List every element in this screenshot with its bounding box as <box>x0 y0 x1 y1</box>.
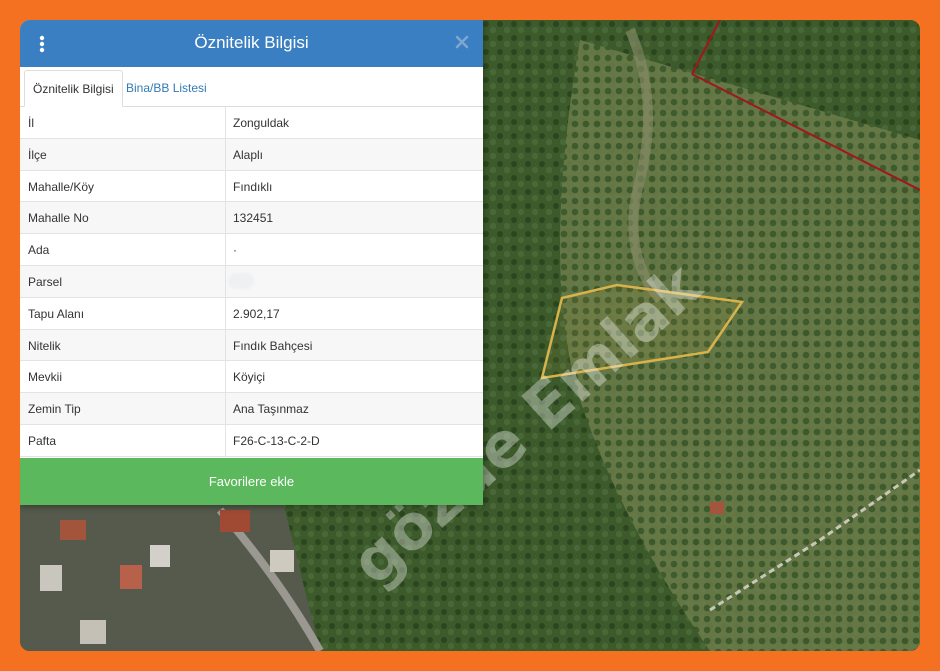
row-key: Ada <box>28 243 50 258</box>
table-row: Mahalle No 132451 <box>20 202 483 235</box>
close-icon[interactable] <box>453 33 471 51</box>
map-frame: gözde Emlak Öznitelik Bilgisi Öznitelik … <box>20 20 920 651</box>
table-row: Mevkii Köyiçi <box>20 361 483 394</box>
add-to-favorites-button[interactable]: Favorilere ekle <box>20 458 483 505</box>
row-value: Fındık Bahçesi <box>233 338 313 353</box>
building <box>80 620 106 644</box>
row-key: Zemin Tip <box>28 402 81 417</box>
row-value: Zonguldak <box>233 116 290 130</box>
row-key: İlçe <box>28 147 47 162</box>
row-key: Pafta <box>28 433 57 448</box>
row-value: 132451 <box>233 211 274 226</box>
building <box>270 550 294 572</box>
building <box>150 545 170 567</box>
row-value: Ana Taşınmaz <box>233 402 309 417</box>
row-key: Tapu Alanı <box>28 306 85 321</box>
table-row: Zemin Tip Ana Taşınmaz <box>20 393 483 425</box>
table-row: Parsel <box>20 265 483 298</box>
row-value: Alaplı <box>233 147 264 162</box>
table-row: Tapu Alanı 2.902,17 <box>20 297 483 330</box>
row-key: Mahalle/Köy <box>28 179 95 194</box>
row-key: Parsel <box>28 274 63 289</box>
panel-title: Öznitelik Bilgisi <box>194 33 309 52</box>
tab-bar: Öznitelik Bilgisi Bina/BB Listesi <box>20 67 483 107</box>
row-value: · <box>233 243 237 258</box>
row-key: Nitelik <box>28 338 61 353</box>
tab-bina-bb-listesi[interactable]: Bina/BB Listesi <box>118 70 215 106</box>
attribute-panel: Öznitelik Bilgisi Öznitelik Bilgisi Bina… <box>20 20 483 505</box>
building <box>220 510 250 532</box>
table-row: Mahalle/Köy Fındıklı <box>20 170 483 203</box>
table-row: İl Zonguldak <box>20 107 483 139</box>
tab-oznitelik-bilgisi[interactable]: Öznitelik Bilgisi <box>24 70 123 107</box>
row-value: Köyiçi <box>233 370 266 385</box>
panel-header: Öznitelik Bilgisi <box>20 20 483 67</box>
row-key: Mahalle No <box>28 211 89 226</box>
row-key: Mevkii <box>28 370 63 385</box>
table-row: Pafta F26-C-13-C-2-D <box>20 424 483 457</box>
row-value: F26-C-13-C-2-D <box>233 433 320 448</box>
building <box>40 565 62 591</box>
table-row: İlçe Alaplı <box>20 138 483 171</box>
attribute-table: İl Zonguldak İlçe Alaplı Mahalle/Köy Fındık… <box>20 107 483 457</box>
building <box>710 502 724 514</box>
table-row: Ada · <box>20 234 483 266</box>
table-row: Nitelik Fındık Bahçesi <box>20 329 483 362</box>
row-value: Fındıklı <box>233 179 273 194</box>
row-key: İl <box>28 116 34 130</box>
building <box>120 565 142 589</box>
row-value: 2.902,17 <box>233 306 280 321</box>
building <box>60 520 86 540</box>
redacted-value <box>228 272 254 289</box>
